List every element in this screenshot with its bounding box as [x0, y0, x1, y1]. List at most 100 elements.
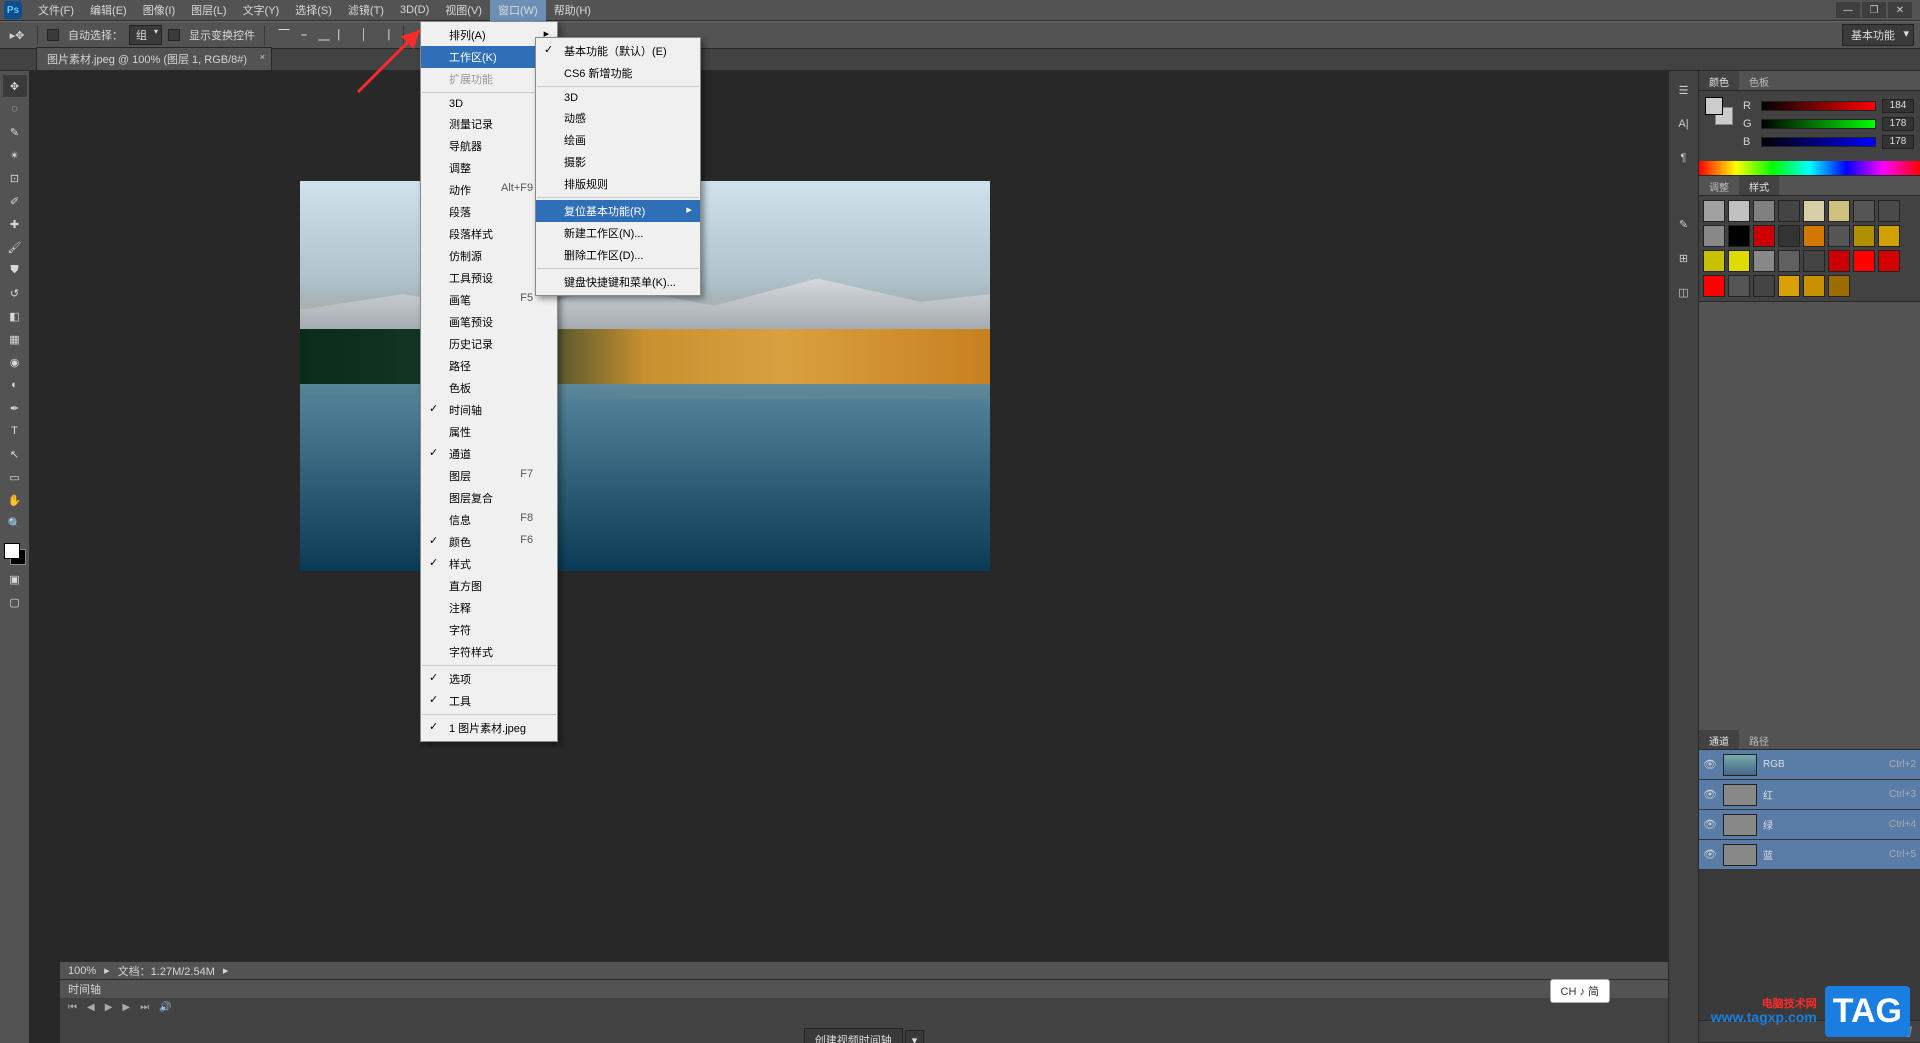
menu-item[interactable]: ✓通道	[421, 443, 557, 465]
submenu-item[interactable]: 排版规则	[536, 173, 700, 195]
auto-select-checkbox[interactable]	[47, 29, 59, 41]
move-tool-icon[interactable]: ▸✥	[6, 24, 28, 46]
close-button[interactable]: ✕	[1888, 2, 1912, 18]
menu-item[interactable]: 字符样式	[421, 641, 557, 663]
submenu-item[interactable]: 键盘快捷键和菜单(K)...	[536, 271, 700, 293]
maximize-button[interactable]: ❐	[1862, 2, 1886, 18]
dodge-tool[interactable]: ◐	[3, 374, 27, 396]
menu-help[interactable]: 帮助(H)	[546, 0, 599, 21]
menu-item[interactable]: ✓选项	[421, 668, 557, 690]
gradient-tool[interactable]: ▦	[3, 328, 27, 350]
shape-tool[interactable]: ▭	[3, 466, 27, 488]
eyedropper-tool[interactable]: ✐	[3, 190, 27, 212]
style-swatch[interactable]	[1853, 250, 1875, 272]
brush-tool[interactable]: 🖌	[3, 236, 27, 258]
paths-tab[interactable]: 路径	[1739, 730, 1779, 749]
menu-file[interactable]: 文件(F)	[30, 0, 82, 21]
g-slider[interactable]	[1761, 119, 1876, 129]
workspace-selector[interactable]: 基本功能	[1842, 24, 1914, 46]
brush-panel-icon[interactable]: ✎	[1673, 213, 1695, 235]
style-swatch[interactable]	[1853, 225, 1875, 247]
eye-icon[interactable]: 👁	[1703, 848, 1717, 861]
swatches-tab[interactable]: 色板	[1739, 71, 1779, 90]
foreground-background-swatch[interactable]	[2, 541, 28, 567]
marquee-tool[interactable]: ◌	[3, 98, 27, 120]
submenu-item[interactable]: 动感	[536, 107, 700, 129]
style-swatch[interactable]	[1828, 200, 1850, 222]
screenmode-tool[interactable]: ▢	[3, 591, 27, 613]
r-value[interactable]: 184	[1882, 99, 1914, 113]
menu-image[interactable]: 图像(I)	[135, 0, 183, 21]
tl-last-icon[interactable]: ⏭	[140, 1002, 149, 1013]
r-slider[interactable]	[1761, 101, 1876, 111]
b-slider[interactable]	[1761, 137, 1876, 147]
menu-item[interactable]: 路径	[421, 355, 557, 377]
style-swatch[interactable]	[1803, 200, 1825, 222]
menu-item[interactable]: 画笔预设	[421, 311, 557, 333]
menu-item[interactable]: 历史记录	[421, 333, 557, 355]
style-swatch[interactable]	[1828, 225, 1850, 247]
pen-tool[interactable]: ✒	[3, 397, 27, 419]
menu-item[interactable]: 图层F7	[421, 465, 557, 487]
menu-3d[interactable]: 3D(D)	[392, 1, 437, 19]
style-swatch[interactable]	[1778, 225, 1800, 247]
paragraph-panel-icon[interactable]: ¶	[1673, 147, 1695, 169]
menu-item[interactable]: ✓时间轴	[421, 399, 557, 421]
menu-type[interactable]: 文字(Y)	[235, 0, 288, 21]
menu-item[interactable]: 属性	[421, 421, 557, 443]
create-video-timeline-button[interactable]: 创建视频时间轴	[804, 1028, 903, 1043]
menu-item[interactable]: 信息F8	[421, 509, 557, 531]
align-vcenter-icon[interactable]: ⎯	[294, 24, 314, 46]
channel-row-rgb[interactable]: 👁RGBCtrl+2	[1699, 750, 1920, 780]
hand-tool[interactable]: ✋	[3, 489, 27, 511]
heal-tool[interactable]: ✚	[3, 213, 27, 235]
move-tool[interactable]: ✥	[3, 75, 27, 97]
close-tab-icon[interactable]: ×	[260, 52, 265, 62]
menu-select[interactable]: 选择(S)	[287, 0, 340, 21]
style-swatch[interactable]	[1703, 275, 1725, 297]
character-panel-icon[interactable]: A|	[1673, 113, 1695, 135]
b-value[interactable]: 178	[1882, 135, 1914, 149]
submenu-item[interactable]: 绘画	[536, 129, 700, 151]
eye-icon[interactable]: 👁	[1703, 758, 1717, 771]
menu-window[interactable]: 窗口(W)	[490, 0, 546, 21]
style-swatch[interactable]	[1828, 250, 1850, 272]
tl-next-icon[interactable]: ▶	[122, 1002, 130, 1013]
style-swatch[interactable]	[1753, 250, 1775, 272]
color-spectrum[interactable]	[1699, 161, 1920, 175]
style-swatch[interactable]	[1853, 200, 1875, 222]
crop-tool[interactable]: ⊡	[3, 167, 27, 189]
style-swatch[interactable]	[1878, 225, 1900, 247]
style-swatch[interactable]	[1703, 200, 1725, 222]
eraser-tool[interactable]: ◧	[3, 305, 27, 327]
show-transform-checkbox[interactable]	[168, 29, 180, 41]
styles-tab[interactable]: 样式	[1739, 176, 1779, 195]
timeline-tab[interactable]: 时间轴	[68, 981, 101, 997]
menu-item[interactable]: ✓样式	[421, 553, 557, 575]
style-swatch[interactable]	[1753, 225, 1775, 247]
style-swatch[interactable]	[1803, 225, 1825, 247]
channel-row-red[interactable]: 👁红Ctrl+3	[1699, 780, 1920, 810]
canvas-area[interactable]: 100% ▸ 文档：1.27M/2.54M ▸ 时间轴 ⏮ ◀ ▶ ▶ ⏭ 🔊 …	[30, 71, 1668, 1043]
tl-audio-icon[interactable]: 🔊	[159, 1002, 171, 1013]
submenu-item[interactable]: CS6 新增功能	[536, 62, 700, 84]
channel-row-blue[interactable]: 👁蓝Ctrl+5	[1699, 840, 1920, 870]
wand-tool[interactable]: ✴	[3, 144, 27, 166]
menu-item[interactable]: ✓1 图片素材.jpeg	[421, 717, 557, 739]
tl-first-icon[interactable]: ⏮	[68, 1002, 77, 1013]
menu-item[interactable]: ✓颜色F6	[421, 531, 557, 553]
submenu-item[interactable]: 摄影	[536, 151, 700, 173]
submenu-item[interactable]: 删除工作区(D)...	[536, 244, 700, 266]
tl-play-icon[interactable]: ▶	[105, 1002, 113, 1013]
submenu-item[interactable]: 新建工作区(N)...	[536, 222, 700, 244]
lasso-tool[interactable]: ✎	[3, 121, 27, 143]
timeline-dropdown-button[interactable]: ▾	[905, 1030, 925, 1043]
style-swatch[interactable]	[1703, 225, 1725, 247]
minimize-button[interactable]: —	[1836, 2, 1860, 18]
menu-layer[interactable]: 图层(L)	[183, 0, 234, 21]
style-swatch[interactable]	[1878, 250, 1900, 272]
style-swatch[interactable]	[1703, 250, 1725, 272]
style-swatch[interactable]	[1778, 275, 1800, 297]
align-left-icon[interactable]: ⎸	[334, 24, 354, 46]
layers-panel-icon[interactable]: ◫	[1673, 281, 1695, 303]
